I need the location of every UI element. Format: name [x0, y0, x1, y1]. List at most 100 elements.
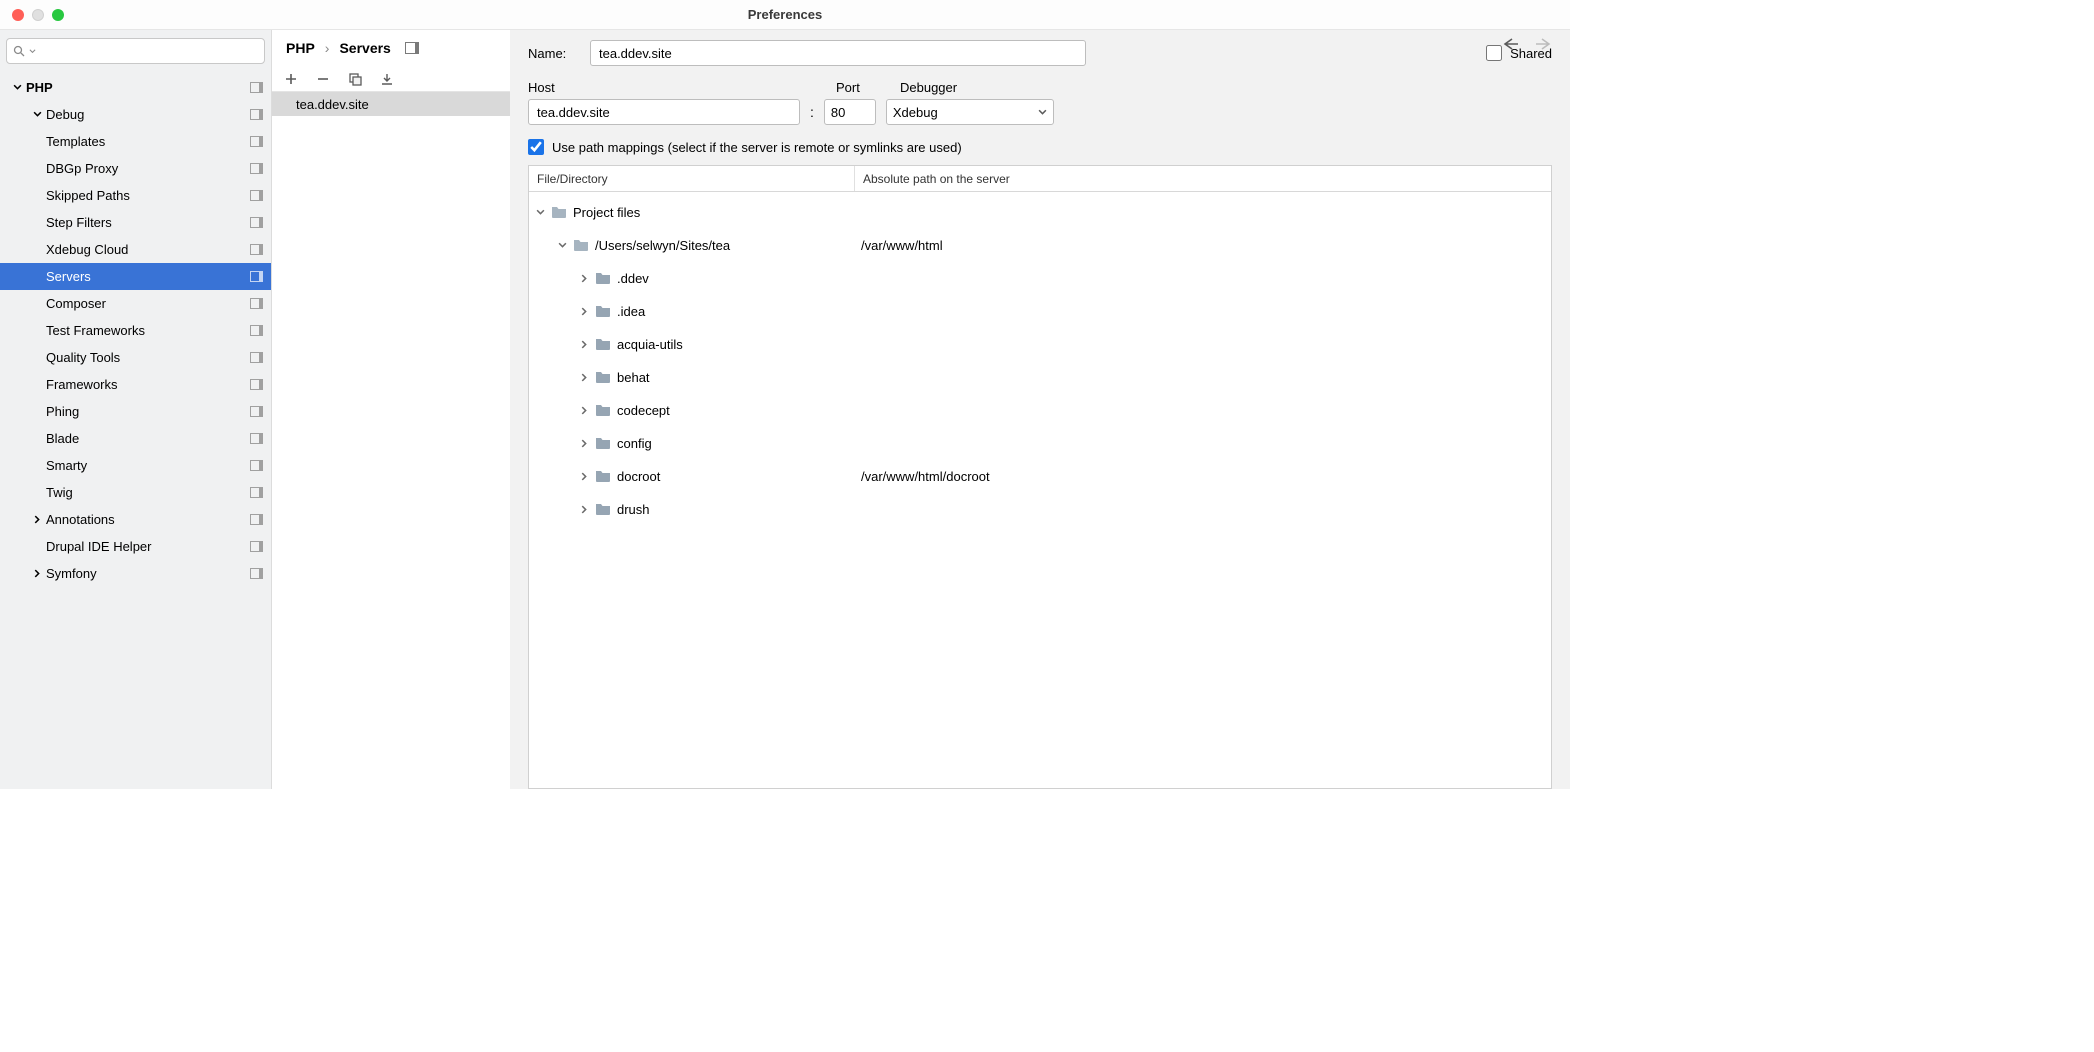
mapping-row[interactable]: drush [529, 493, 1551, 526]
host-port-separator: : [810, 104, 814, 120]
sidebar-item-label: Step Filters [46, 215, 250, 230]
server-list-item[interactable]: tea.ddev.site [272, 92, 510, 116]
sidebar-item-skipped-paths[interactable]: Skipped Paths [0, 182, 271, 209]
sidebar-item-test-frameworks[interactable]: Test Frameworks [0, 317, 271, 344]
folder-icon [573, 238, 589, 254]
chevron-right-icon[interactable] [579, 406, 589, 415]
sidebar-item-label: Debug [46, 107, 250, 122]
sidebar-item-twig[interactable]: Twig [0, 479, 271, 506]
project-scope-icon [250, 271, 263, 282]
debugger-value: Xdebug [893, 105, 938, 120]
chevron-right-icon[interactable] [579, 472, 589, 481]
sidebar-item-label: Smarty [46, 458, 250, 473]
sidebar-item-debug[interactable]: Debug [0, 101, 271, 128]
sidebar-item-label: Drupal IDE Helper [46, 539, 250, 554]
project-scope-icon [250, 379, 263, 390]
folder-icon [595, 469, 611, 485]
mapping-absolute-path[interactable]: /var/www/html [855, 238, 1551, 253]
forward-button[interactable] [1534, 36, 1554, 52]
col-absolute-path[interactable]: Absolute path on the server [855, 166, 1551, 191]
server-detail-panel: Name: Shared Host Port Debugger : Xdebug [510, 30, 1570, 789]
sidebar-item-quality-tools[interactable]: Quality Tools [0, 344, 271, 371]
chevron-right-icon[interactable] [579, 505, 589, 514]
sidebar-item-smarty[interactable]: Smarty [0, 452, 271, 479]
chevron-right-icon[interactable] [579, 340, 589, 349]
mapping-row[interactable]: config [529, 427, 1551, 460]
mapping-row[interactable]: codecept [529, 394, 1551, 427]
sidebar-item-frameworks[interactable]: Frameworks [0, 371, 271, 398]
server-list-panel: PHP › Servers tea.ddev.site [272, 30, 510, 789]
debugger-label: Debugger [900, 80, 957, 95]
project-scope-icon [250, 82, 263, 93]
mappings-header: File/Directory Absolute path on the serv… [529, 166, 1551, 192]
debugger-select[interactable]: Xdebug [886, 99, 1054, 125]
folder-icon [551, 205, 567, 221]
sidebar-item-templates[interactable]: Templates [0, 128, 271, 155]
project-scope-icon [250, 460, 263, 471]
chevron-right-icon[interactable] [579, 439, 589, 448]
project-scope-icon [250, 352, 263, 363]
mapping-row[interactable]: acquia-utils [529, 328, 1551, 361]
chevron-right-icon[interactable] [32, 515, 42, 525]
chevron-right-icon[interactable] [579, 373, 589, 382]
path-mappings-checkbox[interactable] [528, 139, 544, 155]
sidebar-item-label: Test Frameworks [46, 323, 250, 338]
mapping-row[interactable]: docroot/var/www/html/docroot [529, 460, 1551, 493]
sidebar-item-dbgp-proxy[interactable]: DBGp Proxy [0, 155, 271, 182]
mapping-row[interactable]: Project files [529, 196, 1551, 229]
mapping-row[interactable]: /Users/selwyn/Sites/tea/var/www/html [529, 229, 1551, 262]
copy-server-button[interactable] [346, 70, 364, 88]
sidebar-item-label: Skipped Paths [46, 188, 250, 203]
mapping-file-name: drush [617, 502, 650, 517]
chevron-down-icon[interactable] [32, 110, 42, 120]
project-scope-icon [250, 109, 263, 120]
sidebar-item-composer[interactable]: Composer [0, 290, 271, 317]
import-server-button[interactable] [378, 70, 396, 88]
window-titlebar: Preferences [0, 0, 1570, 30]
mapping-file-name: codecept [617, 403, 670, 418]
project-scope-icon [250, 406, 263, 417]
settings-sidebar: PHP Debug TemplatesDBGp Proxy Skipped Paths… [0, 30, 272, 789]
mapping-file-name: .idea [617, 304, 645, 319]
mapping-absolute-path[interactable]: /var/www/html/docroot [855, 469, 1551, 484]
chevron-down-icon[interactable] [557, 241, 567, 250]
sidebar-item-phing[interactable]: Phing [0, 398, 271, 425]
breadcrumb-leaf: Servers [339, 40, 390, 56]
mapping-row[interactable]: .idea [529, 295, 1551, 328]
mapping-file-name: Project files [573, 205, 640, 220]
sidebar-item-label: Symfony [46, 566, 250, 581]
back-button[interactable] [1500, 36, 1520, 52]
sidebar-item-blade[interactable]: Blade [0, 425, 271, 452]
settings-search[interactable] [6, 38, 265, 64]
sidebar-item-xdebug-cloud[interactable]: Xdebug Cloud [0, 236, 271, 263]
mapping-file-name: docroot [617, 469, 660, 484]
mapping-file-name: acquia-utils [617, 337, 683, 352]
chevron-down-icon[interactable] [535, 208, 545, 217]
project-scope-icon [250, 325, 263, 336]
sidebar-item-symfony[interactable]: Symfony [0, 560, 271, 587]
remove-server-button[interactable] [314, 70, 332, 88]
project-scope-icon [250, 190, 263, 201]
sidebar-item-annotations[interactable]: Annotations [0, 506, 271, 533]
mapping-row[interactable]: behat [529, 361, 1551, 394]
add-server-button[interactable] [282, 70, 300, 88]
sidebar-item-label: Composer [46, 296, 250, 311]
mapping-file-name: /Users/selwyn/Sites/tea [595, 238, 730, 253]
sidebar-item-label: Phing [46, 404, 250, 419]
sidebar-item-php[interactable]: PHP [0, 74, 271, 101]
chevron-right-icon[interactable] [579, 307, 589, 316]
port-input[interactable] [824, 99, 876, 125]
sidebar-item-step-filters[interactable]: Step Filters [0, 209, 271, 236]
sidebar-item-servers[interactable]: Servers [0, 263, 271, 290]
sidebar-item-label: Servers [46, 269, 250, 284]
chevron-down-icon[interactable] [12, 83, 22, 93]
sidebar-item-drupal-ide-helper[interactable]: Drupal IDE Helper [0, 533, 271, 560]
path-mappings-label: Use path mappings (select if the server … [552, 140, 962, 155]
mapping-row[interactable]: .ddev [529, 262, 1551, 295]
chevron-right-icon[interactable] [579, 274, 589, 283]
col-file-directory[interactable]: File/Directory [529, 166, 855, 191]
chevron-right-icon[interactable] [32, 569, 42, 579]
host-input[interactable] [528, 99, 800, 125]
server-name-input[interactable] [590, 40, 1086, 66]
settings-search-input[interactable] [40, 44, 258, 58]
